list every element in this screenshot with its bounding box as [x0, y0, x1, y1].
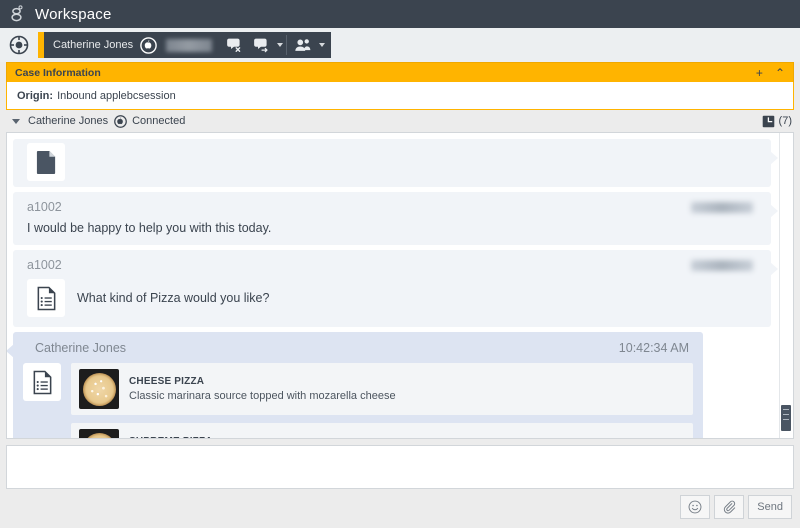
message-bubble-outgoing[interactable]: Catherine Jones 10:42:34 AM CHEESE PIZZA… [7, 332, 703, 438]
party-status: Connected [132, 115, 186, 127]
case-information-panel: Case Information + ⌃ Origin: Inbound app… [0, 62, 800, 110]
product-card[interactable]: SUPREME PIZZA Pepperoni, seasoned pork, … [71, 423, 693, 438]
app-title: Workspace [35, 5, 112, 23]
message-row: Catherine Jones 10:42:34 AM CHEESE PIZZA… [7, 332, 771, 438]
end-chat-button[interactable] [221, 32, 248, 58]
document-icon[interactable] [27, 143, 65, 181]
product-title: CHEESE PIZZA [129, 376, 205, 387]
toolbar-divider [286, 35, 288, 55]
chat-transcript: a1002 I would be happy to help you with … [6, 132, 794, 439]
chevron-down-icon[interactable] [277, 43, 284, 47]
genesys-logo-icon [10, 5, 26, 23]
history-count: (7) [778, 115, 792, 127]
transfer-chat-button[interactable] [248, 32, 275, 58]
apple-messages-icon [140, 36, 157, 54]
pizza-thumbnail [79, 369, 119, 409]
transcript-scrollbar[interactable] [779, 133, 793, 438]
send-button[interactable]: Send [748, 495, 792, 519]
paperclip-icon [723, 500, 735, 514]
origin-label: Origin: [17, 89, 54, 102]
case-information-title: Case Information [15, 66, 101, 79]
interaction-target-icon[interactable] [8, 34, 30, 56]
message-text: What kind of Pizza would you like? [77, 291, 270, 305]
message-timestamp: 10:42:34 AM [618, 341, 689, 355]
message-bubble-incoming[interactable]: a1002 I would be happy to help you with … [13, 192, 778, 245]
app-bar: Workspace [0, 0, 800, 28]
party-row: Catherine Jones Connected (7) [0, 110, 800, 132]
message-composer[interactable] [6, 445, 794, 489]
message-row: a1002 I would be happy to help you with … [13, 192, 778, 245]
chevron-down-icon[interactable] [12, 118, 20, 124]
message-bubble-structured[interactable]: a1002 What kind of Pizza would you like? [13, 250, 778, 327]
structured-message-icon[interactable] [23, 363, 61, 401]
interaction-toolbar: Catherine Jones [0, 28, 800, 62]
add-field-button[interactable]: + [756, 67, 763, 79]
emoji-button[interactable] [680, 495, 711, 519]
message-sender: Catherine Jones [35, 341, 127, 355]
scrollbar-thumb[interactable] [781, 405, 791, 431]
history-icon[interactable] [762, 115, 775, 128]
product-card-list: CHEESE PIZZA Classic marinara source top… [71, 363, 693, 438]
apple-messages-icon [114, 114, 127, 128]
interaction-timer [166, 38, 213, 52]
interaction-chip[interactable]: Catherine Jones [38, 32, 332, 58]
attach-button[interactable] [714, 495, 745, 519]
message-sender: a1002 [27, 258, 62, 272]
collapse-case-button[interactable]: ⌃ [775, 67, 785, 79]
message-bubble-attachment[interactable] [13, 139, 778, 187]
outgoing-header: Catherine Jones 10:42:34 AM [35, 341, 689, 355]
interaction-party-name: Catherine Jones [53, 39, 134, 51]
case-information-body: Origin: Inbound applebcsession [6, 82, 794, 110]
party-name: Catherine Jones [28, 115, 109, 127]
message-row: a1002 What kind of Pizza would you like? [13, 250, 778, 327]
emoji-icon [688, 500, 702, 514]
message-text: I would be happy to help you with this t… [27, 221, 272, 235]
origin-value: Inbound applebcsession [57, 89, 176, 102]
product-title: SUPREME PIZZA [129, 436, 364, 438]
consult-button[interactable] [290, 32, 317, 58]
product-description: Classic marinara source topped with moza… [129, 390, 396, 402]
product-card[interactable]: CHEESE PIZZA Classic marinara source top… [71, 363, 693, 415]
message-row [13, 139, 778, 187]
message-timestamp [691, 260, 753, 271]
composer-action-bar: Send [0, 489, 800, 525]
structured-message-icon[interactable] [27, 279, 65, 317]
message-sender: a1002 [27, 200, 62, 214]
message-input[interactable] [7, 446, 793, 488]
pizza-thumbnail [79, 429, 119, 438]
message-timestamp [691, 202, 753, 213]
transcript-scroll-area[interactable]: a1002 I would be happy to help you with … [7, 133, 793, 438]
chevron-down-icon[interactable] [319, 43, 326, 47]
case-information-header: Case Information + ⌃ [6, 62, 794, 82]
